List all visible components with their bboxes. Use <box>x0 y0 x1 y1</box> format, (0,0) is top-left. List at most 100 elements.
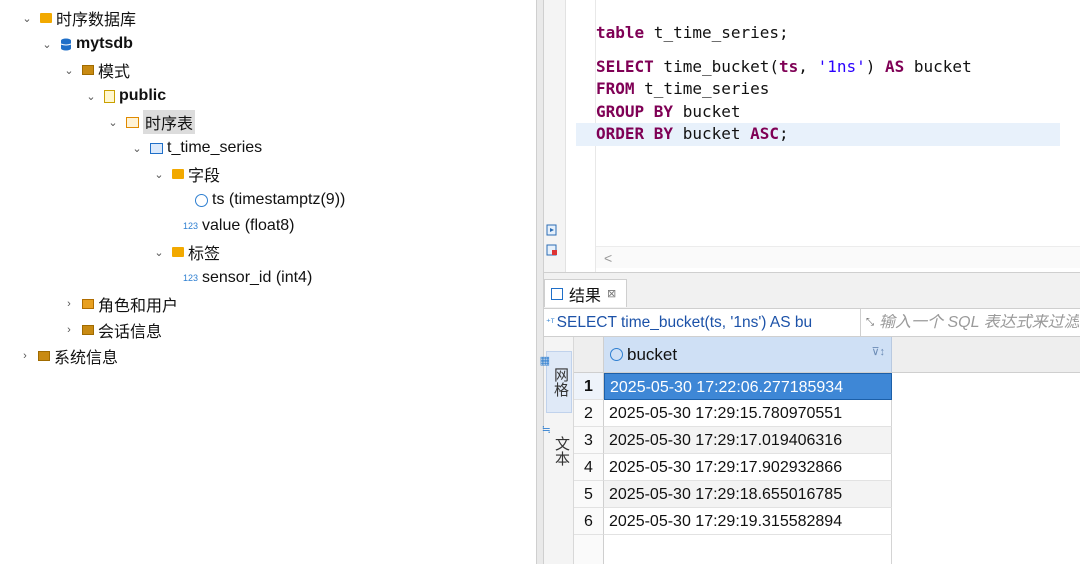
tree-node-tag-sensor-id[interactable]: 123 sensor_id (int4) <box>180 266 312 290</box>
tree-node-label: 会话信息 <box>98 324 163 341</box>
explain-plan-icon[interactable] <box>546 244 560 258</box>
tree-node-sessions[interactable]: › 会话信息 <box>62 318 162 342</box>
code-line-3: FROM t_time_series <box>596 78 1060 101</box>
table-row[interactable]: 5 2025-05-30 17:29:18.655016785 <box>574 481 1080 508</box>
table-row[interactable]: 3 2025-05-30 17:29:17.019406316 <box>574 427 1080 454</box>
keyword: ORDER BY <box>596 124 674 143</box>
column-header-bucket[interactable]: bucket ⊽↕ <box>604 337 892 373</box>
results-tab-bar: 结果 ⊠ <box>544 273 1080 309</box>
panel-divider[interactable] <box>536 0 544 564</box>
tab-grid-view[interactable]: 网格 ▦ <box>540 351 572 413</box>
keyword: table <box>596 23 645 42</box>
tree-node-mytsdb[interactable]: ⌄ mytsdb <box>40 32 133 56</box>
tree-node-label: value (float8) <box>202 217 295 234</box>
tree-node-label: 标签 <box>188 246 221 263</box>
chevron-down-icon[interactable]: ⌄ <box>106 116 120 129</box>
row-number-header[interactable] <box>574 337 604 373</box>
tree-node-columns[interactable]: ⌄ 字段 <box>152 162 220 186</box>
schema-icon <box>104 89 115 103</box>
tree-node-t-time-series[interactable]: ⌄ t_time_series <box>130 136 262 160</box>
keyword: GROUP BY <box>596 101 674 121</box>
tab-text-label: 文本 <box>553 436 570 466</box>
tree-node-system-info[interactable]: › 系统信息 <box>18 344 118 368</box>
chevron-down-icon[interactable]: ⌄ <box>62 64 76 77</box>
tree-node-timeseries-tables[interactable]: ⌄ 时序表 <box>106 110 196 134</box>
chevron-down-icon[interactable]: ⌄ <box>40 38 54 51</box>
code-text: ; <box>779 124 789 143</box>
tree-node-column-ts[interactable]: ts (timestamptz(9)) <box>195 188 345 212</box>
scroll-left-icon[interactable]: < <box>604 250 612 266</box>
sql-editor[interactable]: table t_time_series; SELECT time_bucket(… <box>544 0 1080 272</box>
cell-bucket[interactable]: 2025-05-30 17:29:15.780970551 <box>604 400 892 427</box>
row-number: 5 <box>574 481 604 508</box>
grid-icon: ▦ <box>539 355 550 367</box>
execute-script-icon[interactable] <box>546 224 560 238</box>
tree-node-label: 模式 <box>98 64 131 81</box>
chevron-down-icon[interactable]: ⌄ <box>152 246 166 259</box>
row-number-gutter <box>574 535 604 564</box>
tags-folder-icon <box>172 247 184 257</box>
cell-bucket[interactable]: 2025-05-30 17:29:17.902932866 <box>604 454 892 481</box>
clock-icon <box>610 348 623 361</box>
table-row[interactable]: 4 2025-05-30 17:29:17.902932866 <box>574 454 1080 481</box>
row-number: 6 <box>574 508 604 535</box>
tree-node-public[interactable]: ⌄ public <box>84 84 166 108</box>
tree-node-schemas[interactable]: ⌄ 模式 <box>62 58 130 82</box>
tree-node-roles-users[interactable]: › 角色和用户 <box>62 292 178 316</box>
keyword: FROM <box>596 79 635 98</box>
tree-node-label: public <box>119 87 167 104</box>
tree-node-label: sensor_id (int4) <box>202 269 313 286</box>
keyword: SELECT <box>596 56 654 76</box>
row-number: 4 <box>574 454 604 481</box>
tree-node-tsdb[interactable]: ⌄ 时序数据库 <box>20 6 136 30</box>
tab-text-view[interactable]: 文本 ≒ <box>542 421 572 481</box>
table-row[interactable]: 2 2025-05-30 17:29:15.780970551 <box>574 400 1080 427</box>
tab-label: 结果 <box>569 287 602 305</box>
chevron-down-icon[interactable]: ⌄ <box>130 142 144 155</box>
expand-icon[interactable]: ⤡ <box>861 317 879 328</box>
filter-input[interactable] <box>879 313 1079 332</box>
sql-code[interactable]: table t_time_series; SELECT time_bucket(… <box>576 22 1060 146</box>
chevron-right-icon[interactable]: › <box>62 298 76 310</box>
tree-node-tags[interactable]: ⌄ 标签 <box>152 240 220 264</box>
chevron-down-icon[interactable]: ⌄ <box>20 12 34 25</box>
tree-node-label: ts (timestamptz(9)) <box>212 191 346 208</box>
table-row[interactable]: 1 2025-05-30 17:22:06.277185934 <box>574 373 1080 400</box>
code-line-5: ORDER BY bucket ASC; <box>576 123 1060 146</box>
editor-horizontal-scrollbar[interactable]: < <box>596 246 1080 268</box>
chevron-down-icon[interactable]: ⌄ <box>152 168 166 181</box>
timeseries-folder-icon <box>126 116 139 128</box>
tree-node-label: 时序表 <box>143 110 196 134</box>
chevron-down-icon[interactable]: ⌄ <box>84 90 98 103</box>
chevron-right-icon[interactable]: › <box>62 324 76 336</box>
cell-bucket[interactable]: 2025-05-30 17:29:17.019406316 <box>604 427 892 454</box>
numeric-icon: 123 <box>182 221 198 231</box>
sessions-folder-icon <box>82 325 94 335</box>
keyword: AS <box>885 56 905 76</box>
database-icon <box>60 38 72 51</box>
cell-bucket[interactable]: 2025-05-30 17:29:18.655016785 <box>604 481 892 508</box>
chevron-right-icon[interactable]: › <box>18 350 32 362</box>
query-text-button[interactable]: ⁺ᵀ SELECT time_bucket(ts, '1ns') AS bu <box>544 308 861 337</box>
table-row[interactable]: 6 2025-05-30 17:29:19.315582894 <box>574 508 1080 535</box>
close-icon[interactable]: ⊠ <box>607 287 616 300</box>
code-text: bucket <box>673 124 751 143</box>
cell-bucket[interactable]: 2025-05-30 17:22:06.277185934 <box>604 373 892 400</box>
code-line-1: table t_time_series; <box>596 22 1060 45</box>
results-grid: bucket ⊽↕ 1 2025-05-30 17:22:06.27718593… <box>574 337 1080 564</box>
tree-node-label: mytsdb <box>76 35 133 52</box>
cell-bucket[interactable]: 2025-05-30 17:29:19.315582894 <box>604 508 892 535</box>
row-number: 2 <box>574 400 604 427</box>
tab-results[interactable]: 结果 ⊠ <box>544 279 628 307</box>
code-line-2: SELECT time_bucket(ts, '1ns') AS bucket <box>596 56 1060 79</box>
empty-column-area <box>604 535 892 564</box>
code-text: bucket <box>904 56 972 76</box>
code-text: t_time_series; <box>644 23 789 42</box>
results-panel: 结果 ⊠ ⁺ᵀ SELECT time_bucket(ts, '1ns') AS… <box>540 272 1080 564</box>
tree-node-column-value[interactable]: 123 value (float8) <box>180 214 295 238</box>
keyword: ASC <box>750 124 780 143</box>
tree-node-label: t_time_series <box>167 139 263 156</box>
sort-filter-icon[interactable]: ⊽↕ <box>871 345 885 358</box>
system-folder-icon <box>38 351 50 361</box>
